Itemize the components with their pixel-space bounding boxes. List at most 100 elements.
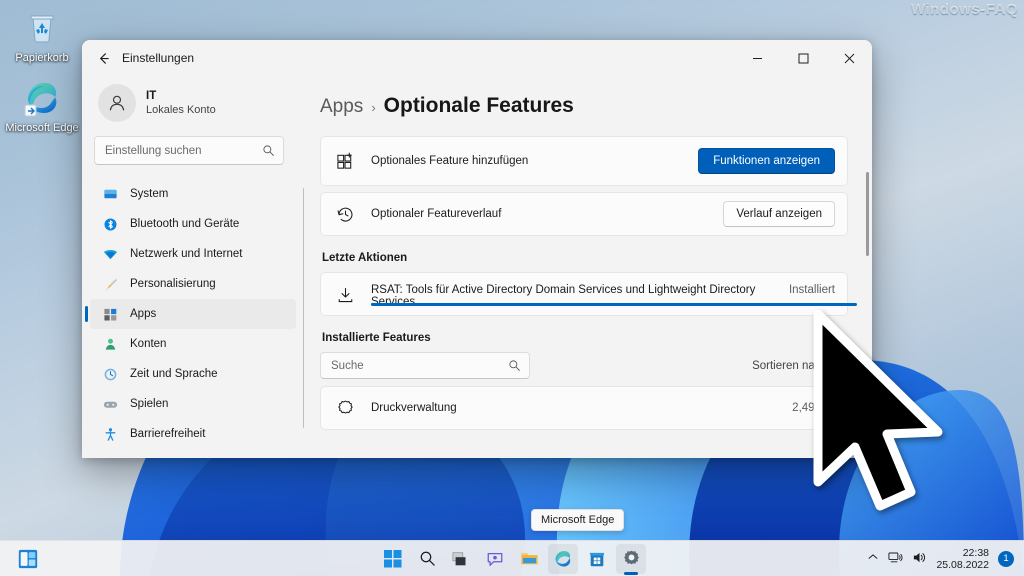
- install-progress-bar: [371, 303, 857, 306]
- feature-history-label: Optionaler Featureverlauf: [371, 208, 723, 220]
- search-icon: [262, 144, 275, 157]
- taskbar-item-search[interactable]: [412, 544, 442, 574]
- sidebar-item-system[interactable]: System: [90, 179, 296, 209]
- recent-actions-title: Letzte Aktionen: [322, 252, 848, 264]
- sidebar-item-time-language[interactable]: Zeit und Sprache: [90, 359, 296, 389]
- sidebar-item-label: Netzwerk und Internet: [130, 248, 243, 260]
- maximize-button[interactable]: [780, 40, 826, 76]
- taskbar-item-settings[interactable]: [616, 544, 646, 574]
- taskbar-apps: [0, 544, 1024, 574]
- taskbar-item-microsoft-store[interactable]: [582, 544, 612, 574]
- maximize-icon: [798, 53, 809, 64]
- installed-feature-size: 2,49 MB: [792, 402, 835, 414]
- window-controls: [734, 40, 872, 76]
- account-summary[interactable]: IT Lokales Konto: [90, 76, 304, 136]
- start-icon: [384, 550, 402, 568]
- installed-features-filter-row: Sortieren nach: Na: [320, 352, 848, 379]
- feature-search-box[interactable]: [320, 352, 530, 379]
- show-features-button[interactable]: Funktionen anzeigen: [698, 148, 835, 174]
- taskbar: 22:38 25.08.2022 1: [0, 540, 1024, 576]
- feature-gear-icon: [335, 398, 355, 418]
- sort-by-label: Sortieren nach:: [752, 360, 830, 372]
- back-arrow-icon: [96, 51, 111, 66]
- recent-action-row[interactable]: RSAT: Tools für Active Directory Domain …: [320, 272, 848, 316]
- accounts-icon: [102, 336, 118, 352]
- file-explorer-icon: [520, 549, 539, 568]
- history-icon: [335, 204, 355, 224]
- settings-content: Apps › Optionale Features Op: [304, 76, 872, 458]
- add-optional-feature-card: Optionales Feature hinzufügen Funktionen…: [320, 136, 848, 186]
- search-icon: [508, 359, 521, 372]
- content-scrollbar[interactable]: [866, 172, 869, 256]
- search-input[interactable]: [105, 145, 262, 157]
- settings-nav: System Bluetooth und Geräte Netzwerk und…: [90, 179, 304, 449]
- taskbar-tooltip: Microsoft Edge: [531, 509, 624, 531]
- gamepad-icon: [102, 396, 118, 412]
- sidebar-item-accounts[interactable]: Konten: [90, 329, 296, 359]
- feature-history-card: Optionaler Featureverlauf Verlauf anzeig…: [320, 192, 848, 236]
- installed-feature-name: Druckverwaltung: [371, 402, 792, 414]
- minimize-button[interactable]: [734, 40, 780, 76]
- sidebar-item-apps[interactable]: Apps: [90, 299, 296, 329]
- breadcrumb: Apps › Optionale Features: [320, 94, 848, 118]
- feature-search-input[interactable]: [331, 360, 508, 372]
- download-icon: [335, 285, 355, 305]
- accessibility-icon: [102, 426, 118, 442]
- close-button[interactable]: [826, 40, 872, 76]
- microsoft-store-icon: [588, 550, 606, 568]
- add-feature-icon: [335, 151, 355, 171]
- microsoft-edge-icon: [22, 78, 62, 118]
- desktop: Windows-FAQ Papierkorb: [0, 0, 1024, 576]
- bluetooth-icon: [102, 216, 118, 232]
- sidebar-item-accessibility[interactable]: Barrierefreiheit: [90, 419, 296, 449]
- taskbar-item-chat[interactable]: [480, 544, 510, 574]
- page-title: Optionale Features: [384, 94, 574, 118]
- breadcrumb-separator: ›: [371, 100, 375, 115]
- sidebar-item-label: System: [130, 188, 168, 200]
- site-watermark: Windows-FAQ: [911, 1, 1018, 18]
- desktop-icon-label: Papierkorb: [15, 52, 68, 64]
- sidebar-item-label: Personalisierung: [130, 278, 216, 290]
- wifi-icon: [102, 246, 118, 262]
- back-button[interactable]: [88, 43, 118, 73]
- settings-sidebar: IT Lokales Konto: [82, 76, 304, 458]
- monitor-icon: [102, 186, 118, 202]
- installed-features-title: Installierte Features: [322, 332, 848, 344]
- recycle-bin-icon: [22, 8, 62, 48]
- sort-by-dropdown[interactable]: Sortieren nach: Na: [752, 360, 848, 372]
- chat-icon: [486, 550, 504, 568]
- show-history-button[interactable]: Verlauf anzeigen: [723, 201, 835, 227]
- sidebar-item-label: Konten: [130, 338, 166, 350]
- desktop-icon-label: Microsoft Edge: [5, 122, 78, 134]
- taskbar-item-task-view[interactable]: [446, 544, 476, 574]
- task-view-icon: [452, 550, 470, 568]
- taskbar-item-start[interactable]: [378, 544, 408, 574]
- desktop-icon-recycle-bin[interactable]: Papierkorb: [4, 8, 80, 65]
- sidebar-item-label: Barrierefreiheit: [130, 428, 205, 440]
- sidebar-item-bluetooth[interactable]: Bluetooth und Geräte: [90, 209, 296, 239]
- minimize-icon: [752, 53, 763, 64]
- settings-search-box[interactable]: [94, 136, 284, 165]
- apps-icon: [102, 306, 118, 322]
- search-icon: [419, 550, 436, 567]
- taskbar-item-file-explorer[interactable]: [514, 544, 544, 574]
- installed-feature-row[interactable]: Druckverwaltung 2,49 MB: [320, 386, 848, 430]
- sidebar-item-personalization[interactable]: Personalisierung: [90, 269, 296, 299]
- breadcrumb-parent[interactable]: Apps: [320, 96, 363, 118]
- taskbar-item-microsoft-edge[interactable]: [548, 544, 578, 574]
- settings-gear-icon: [622, 549, 641, 568]
- sort-by-value: Na: [833, 360, 848, 372]
- sidebar-item-gaming[interactable]: Spielen: [90, 389, 296, 419]
- sidebar-item-label: Zeit und Sprache: [130, 368, 218, 380]
- window-title: Einstellungen: [122, 51, 194, 65]
- add-feature-label: Optionales Feature hinzufügen: [371, 155, 698, 167]
- settings-window: Einstellungen: [82, 40, 872, 458]
- close-icon: [844, 53, 855, 64]
- account-name: IT: [146, 89, 216, 103]
- person-avatar-icon: [106, 92, 128, 114]
- sidebar-item-label: Bluetooth und Geräte: [130, 218, 239, 230]
- avatar: [98, 84, 136, 122]
- sidebar-item-network[interactable]: Netzwerk und Internet: [90, 239, 296, 269]
- clock-icon: [102, 366, 118, 382]
- desktop-icon-microsoft-edge[interactable]: Microsoft Edge: [4, 78, 80, 135]
